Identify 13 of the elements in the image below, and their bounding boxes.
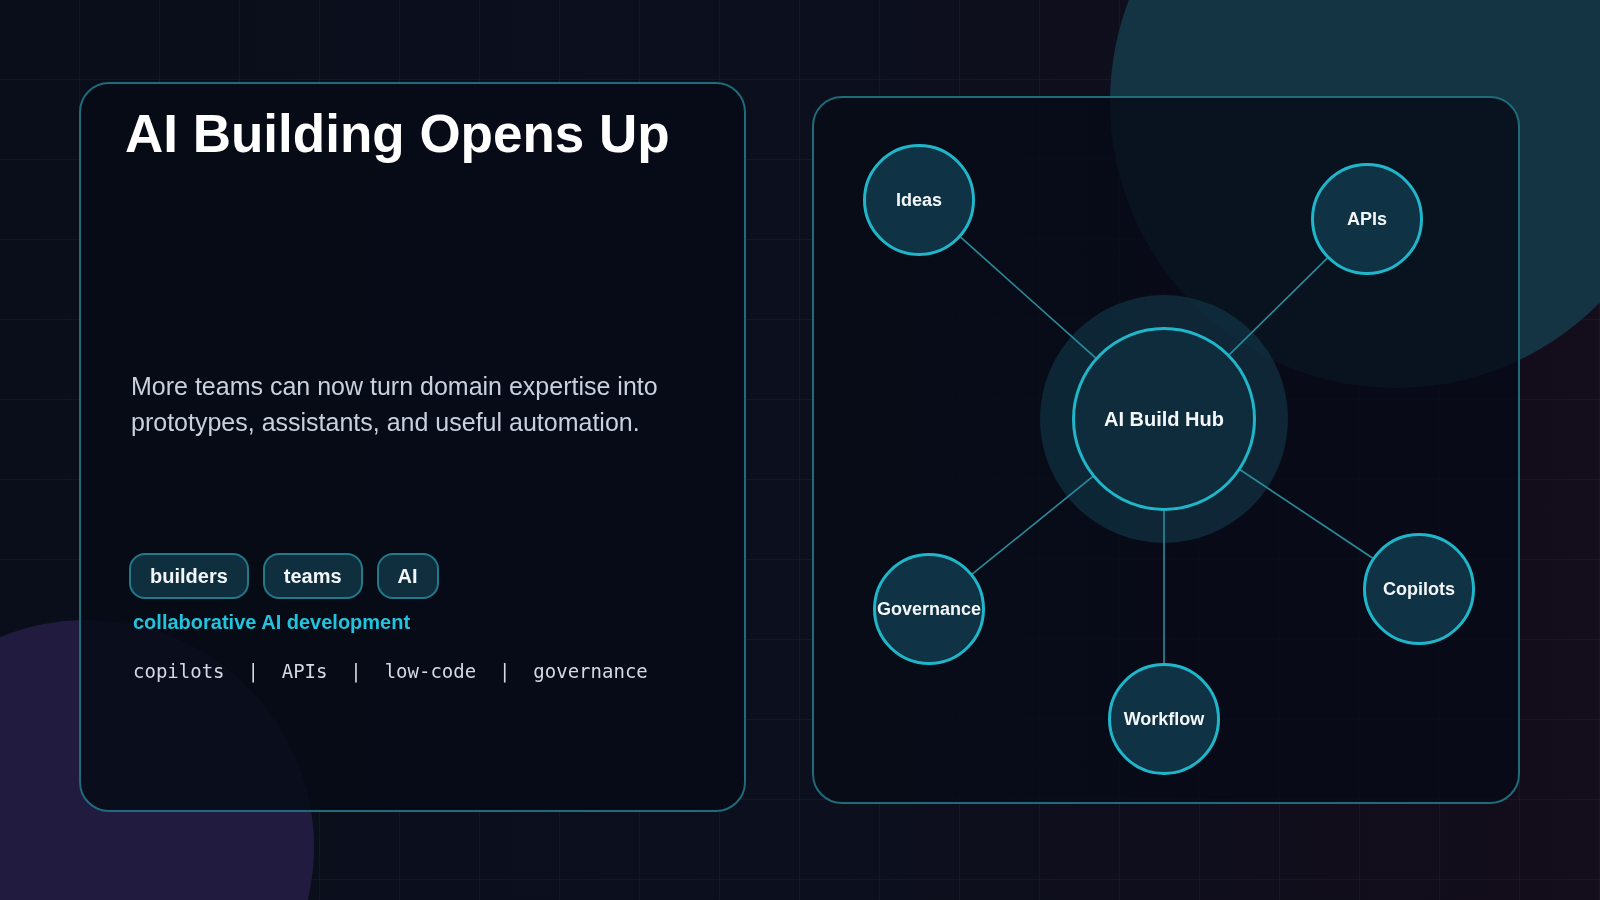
tag: teams (262, 553, 363, 599)
diagram-node: Workflow (1108, 663, 1220, 775)
keywords-text: copilots | APIs | low-code | governance (133, 659, 648, 683)
hub-node: AI Build Hub (1072, 327, 1256, 511)
slide-title: AI Building Opens Up (125, 103, 670, 165)
diagram-node: APIs (1311, 163, 1423, 275)
tag: builders (129, 553, 249, 599)
diagram-node: Ideas (863, 144, 975, 256)
diagram-node: Copilots (1363, 533, 1475, 645)
description-text: More teams can now turn domain expertise into prototypes, assistants, and useful automation. (131, 371, 659, 438)
tagline-text: collaborative AI development (133, 610, 411, 634)
diagram-node: Governance (873, 553, 985, 665)
tag: AI (376, 553, 439, 599)
